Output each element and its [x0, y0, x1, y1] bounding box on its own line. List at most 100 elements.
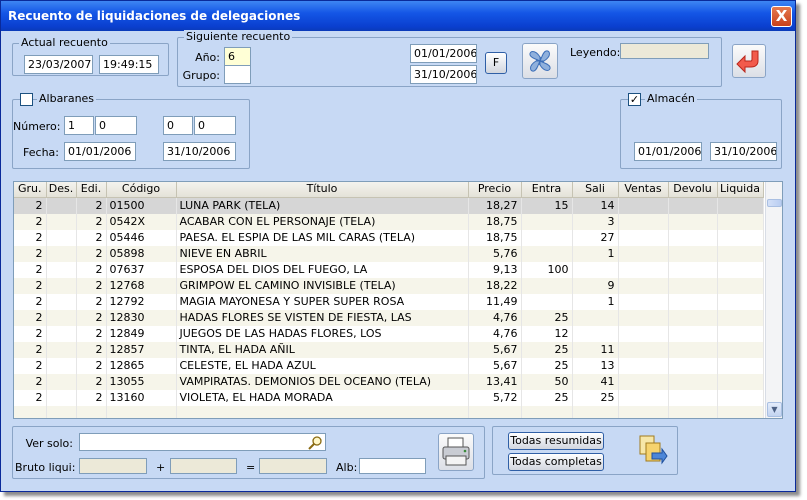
albaranes-checkbox[interactable] — [20, 93, 33, 106]
ver-solo-input[interactable] — [79, 433, 326, 451]
cell-des — [46, 341, 77, 358]
actual-time-field[interactable]: 19:49:15 — [99, 55, 159, 74]
table-row[interactable]: 2 2 12849 JUEGOS DE LAS HADAS FLORES, LOS 4,… — [14, 325, 764, 342]
grid-vertical-scrollbar[interactable]: ▲ ▼ — [765, 182, 782, 418]
table-row[interactable]: 2 2 05446 PAESA. EL ESPIA DE LAS MIL CARAS … — [14, 229, 764, 246]
table-row[interactable]: 2 2 0542X ACABAR CON EL PERSONAJE (TELA) 18,… — [14, 213, 764, 230]
cell-devolu — [668, 309, 718, 326]
cell-gru: 2 — [14, 229, 47, 246]
table-row[interactable]: 2 2 07637 ESPOSA DEL DIOS DEL FUEGO, LA 9,13… — [14, 261, 764, 278]
bruto-field-3 — [259, 458, 327, 474]
todas-completas-button[interactable]: Todas completas — [508, 453, 604, 471]
col-header-des[interactable]: Des. — [46, 182, 77, 198]
col-header-entra[interactable]: Entra — [521, 182, 573, 198]
cell-entra — [521, 229, 573, 246]
siguiente-recuento-legend: Siguiente recuento — [184, 30, 293, 44]
fan-button[interactable] — [522, 43, 558, 79]
cell-liquida — [717, 389, 764, 406]
cell-titulo: LUNA PARK (TELA) — [176, 197, 469, 214]
cell-liquida — [717, 373, 764, 390]
table-row[interactable] — [14, 405, 764, 418]
magnifier-icon — [308, 436, 322, 450]
plus-sign: + — [156, 461, 166, 474]
table-row[interactable]: 2 2 01500 LUNA PARK (TELA) 18,27 15 14 — [14, 197, 764, 214]
actual-date-field[interactable]: 23/03/2007 — [24, 55, 93, 74]
ano-label: Año: — [195, 51, 220, 64]
cell-des — [46, 309, 77, 326]
cell-precio: 11,49 — [468, 293, 522, 310]
cell-des — [46, 325, 77, 342]
table-row[interactable]: 2 2 13055 VAMPIRATAS. DEMONIOS DEL OCEANO (… — [14, 373, 764, 390]
cell-edi: 2 — [76, 389, 107, 406]
search-button[interactable] — [306, 435, 324, 450]
cell-entra — [521, 245, 573, 262]
export-button[interactable] — [636, 433, 668, 469]
cell-ventas — [618, 325, 669, 342]
bruto-field-2 — [170, 458, 237, 474]
cell-des — [46, 373, 77, 390]
siguiente-date-from[interactable]: 01/01/2006 — [410, 44, 477, 63]
numero-field-1[interactable]: 1 — [64, 116, 94, 135]
table-row[interactable]: 2 2 12792 MAGIA MAYONESA Y SUPER SUPER ROSA… — [14, 293, 764, 310]
table-row[interactable]: 2 2 12857 TINTA, EL HADA AÑIL 5,67 25 11 — [14, 341, 764, 358]
cell-ventas — [618, 229, 669, 246]
scroll-thumb[interactable] — [767, 199, 782, 207]
numero-field-2[interactable]: 0 — [95, 116, 137, 135]
table-row[interactable]: 2 2 12768 GRIMPOW EL CAMINO INVISIBLE (TELA… — [14, 277, 764, 294]
col-header-precio[interactable]: Precio — [468, 182, 522, 198]
table-row[interactable]: 2 2 12865 CELESTE, EL HADA AZUL 5,67 25 13 — [14, 357, 764, 374]
ano-field[interactable]: 6 — [224, 47, 251, 66]
table-row[interactable]: 2 2 12830 HADAS FLORES SE VISTEN DE FIESTA,… — [14, 309, 764, 326]
col-header-liquida[interactable]: Liquida — [717, 182, 764, 198]
exit-button[interactable] — [732, 44, 766, 78]
grupo-field[interactable] — [224, 65, 251, 84]
almacen-checkbox[interactable]: ✓ — [628, 93, 641, 106]
todas-resumidas-button[interactable]: Todas resumidas — [508, 432, 604, 450]
almacen-date-from[interactable]: 01/01/2006 — [634, 142, 702, 161]
scroll-down-button[interactable]: ▼ — [767, 402, 782, 417]
cell-codigo: 07637 — [106, 261, 177, 278]
cell-liquida — [717, 357, 764, 374]
col-header-edi[interactable]: Edi. — [76, 182, 107, 198]
liquidaciones-grid[interactable]: Gru. Des. Edi. Código Título Precio Entr… — [13, 181, 783, 419]
f-button[interactable]: F — [485, 52, 507, 74]
cell-des — [46, 389, 77, 406]
cell-entra: 12 — [521, 325, 573, 342]
print-button[interactable] — [438, 433, 474, 471]
grid-header-row: Gru. Des. Edi. Código Título Precio Entr… — [14, 182, 764, 198]
numero-field-4[interactable]: 0 — [194, 116, 236, 135]
cell-entra — [521, 405, 573, 418]
alb-label: Alb: — [336, 461, 358, 474]
cell-sali: 1 — [572, 293, 619, 310]
col-header-gru[interactable]: Gru. — [14, 182, 47, 198]
exit-arrow-icon — [736, 50, 759, 74]
cell-gru: 2 — [14, 389, 47, 406]
cell-des — [46, 293, 77, 310]
cell-codigo: 13160 — [106, 389, 177, 406]
cell-titulo: PAESA. EL ESPIA DE LAS MIL CARAS (TELA) — [176, 229, 469, 246]
cell-precio — [468, 405, 522, 418]
fecha-from-field[interactable]: 01/01/2006 — [64, 142, 136, 161]
siguiente-date-to[interactable]: 31/10/2006 — [410, 65, 477, 84]
alb-input[interactable] — [359, 458, 426, 474]
col-header-ventas[interactable]: Ventas — [618, 182, 669, 198]
cell-des — [46, 261, 77, 278]
cell-devolu — [668, 229, 718, 246]
cell-entra: 100 — [521, 261, 573, 278]
almacen-date-to[interactable]: 31/10/2006 — [710, 142, 777, 161]
cell-ventas — [618, 405, 669, 418]
bruto-liqui-label: Bruto liqui: — [15, 461, 76, 474]
cell-devolu — [668, 325, 718, 342]
col-header-codigo[interactable]: Código — [106, 182, 177, 198]
cell-edi: 2 — [76, 325, 107, 342]
table-row[interactable]: 2 2 13160 VIOLETA, EL HADA MORADA 5,72 25 25 — [14, 389, 764, 406]
cell-edi: 2 — [76, 293, 107, 310]
table-row[interactable]: 2 2 05898 NIEVE EN ABRIL 5,76 1 — [14, 245, 764, 262]
fecha-to-field[interactable]: 31/10/2006 — [163, 142, 236, 161]
title-bar[interactable]: Recuento de liquidaciones de delegacione… — [1, 1, 795, 31]
numero-field-3[interactable]: 0 — [163, 116, 193, 135]
close-button[interactable]: X — [771, 6, 792, 27]
col-header-titulo[interactable]: Título — [176, 182, 469, 198]
col-header-devolu[interactable]: Devolu — [668, 182, 718, 198]
col-header-sali[interactable]: Sali — [572, 182, 619, 198]
